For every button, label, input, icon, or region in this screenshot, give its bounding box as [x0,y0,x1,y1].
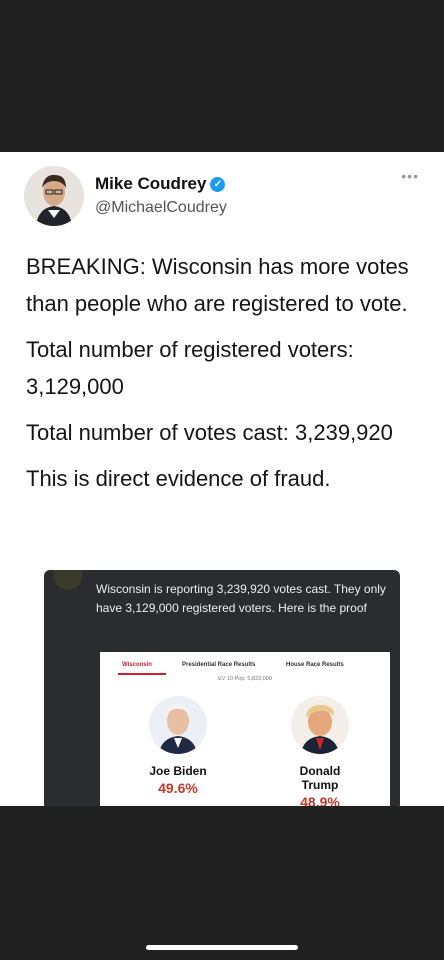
results-subline: EV 10 Pop. 5,822,000 [218,676,272,682]
tweet-header: Mike Coudrey ✓ @MichaelCoudrey ••• [24,162,424,232]
avatar[interactable] [24,166,84,226]
tweet-paragraph: This is direct evidence of fraud. [26,466,331,491]
candidate-percent: 48.9% [300,794,340,806]
verified-badge-icon: ✓ [210,177,226,193]
avatar-photo [24,166,84,226]
results-panel: Wisconsin Presidential Race Results Hous… [100,652,390,806]
author-handle[interactable]: @MichaelCoudrey [95,199,227,217]
more-options-icon[interactable]: ••• [401,168,419,184]
tweet-paragraph: BREAKING: Wisconsin has more votes than … [26,254,409,316]
biden-portrait-icon [149,696,207,754]
bottom-dark-bar [0,806,444,960]
candidate-name: Donald Trump [299,764,341,792]
candidate-card: Donald Trump 48.9% [280,696,360,806]
candidate-photo [291,696,349,754]
author-name[interactable]: Mike Coudrey ✓ [95,174,226,194]
tweet-paragraph: Total number of registered voters: 3,129… [26,337,354,399]
nav-tab-house[interactable]: House Race Results [286,662,344,668]
home-indicator[interactable] [146,945,298,950]
candidate-photo [149,696,207,754]
candidate-name: Joe Biden [149,764,207,778]
active-tab-underline [118,673,166,675]
candidate-card: Joe Biden 49.6% [138,696,218,796]
tweet-card: Mike Coudrey ✓ @MichaelCoudrey ••• BREAKI… [0,152,444,806]
tweet-body: BREAKING: Wisconsin has more votes than … [26,248,416,506]
embedded-screenshot[interactable]: Wisconsin is reporting 3,239,920 votes c… [44,570,400,806]
nav-tab-presidential[interactable]: Presidential Race Results [182,662,255,668]
trump-portrait-icon [291,696,349,754]
top-dark-bar [0,0,444,152]
nav-tab-state[interactable]: Wisconsin [122,662,152,668]
embed-text: Wisconsin is reporting 3,239,920 votes c… [96,582,386,615]
candidate-percent: 49.6% [158,780,198,796]
author-name-text: Mike Coudrey [95,174,207,193]
embed-avatar [54,570,82,590]
tweet-paragraph: Total number of votes cast: 3,239,920 [26,420,393,445]
